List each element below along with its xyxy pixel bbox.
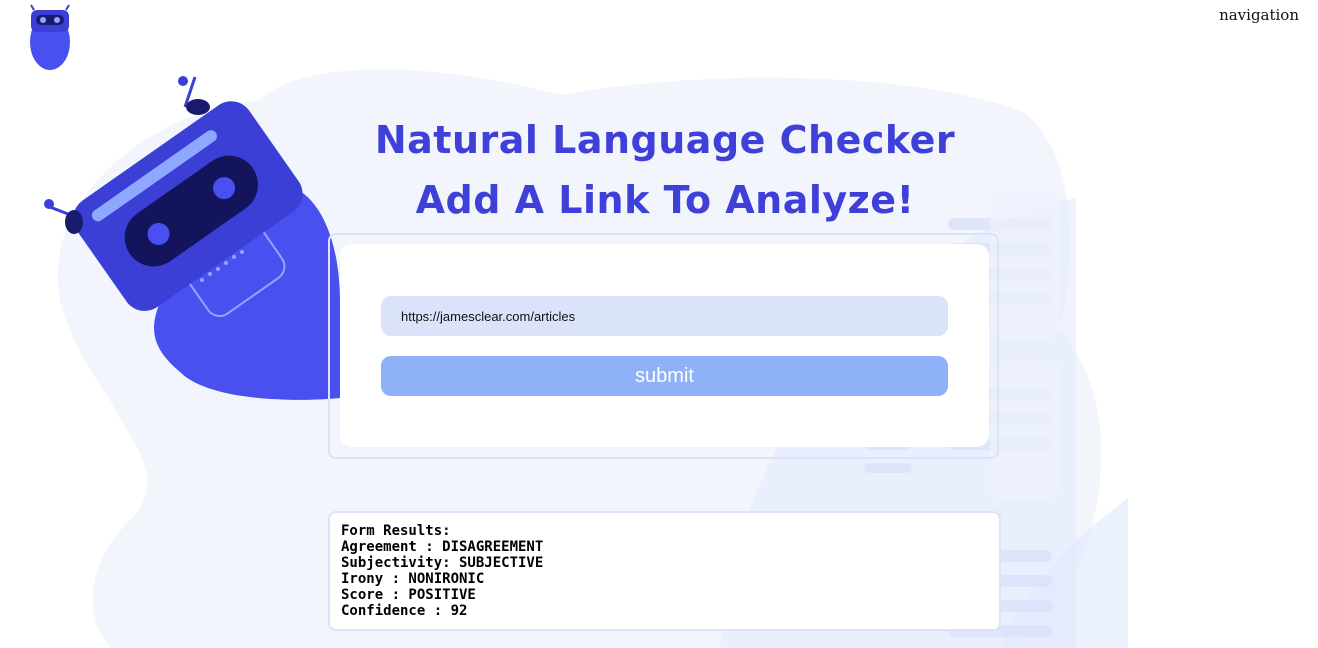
url-input[interactable] <box>381 296 948 336</box>
page-subtitle: Add A Link To Analyze! <box>415 178 915 222</box>
page-title: Natural Language Checker <box>374 118 956 162</box>
result-subjectivity: Subjectivity: SUBJECTIVE <box>341 555 544 571</box>
result-irony: Irony : NONIRONIC <box>341 571 485 587</box>
result-confidence: Confidence : 92 <box>341 603 468 619</box>
result-score: Score : POSITIVE <box>341 587 476 603</box>
navigation-link[interactable]: navigation <box>1219 6 1299 24</box>
result-agreement: Agreement : DISAGREEMENT <box>341 539 544 555</box>
results-heading: Form Results: <box>341 523 451 539</box>
form-results-panel: Form Results: Agreement : DISAGREEMENT S… <box>328 511 1001 631</box>
page: navigation Natural Language Checker Add … <box>0 0 1318 648</box>
robot-logo-icon[interactable] <box>28 4 72 72</box>
link-form-card <box>340 244 989 447</box>
submit-button[interactable]: submit <box>381 356 948 396</box>
